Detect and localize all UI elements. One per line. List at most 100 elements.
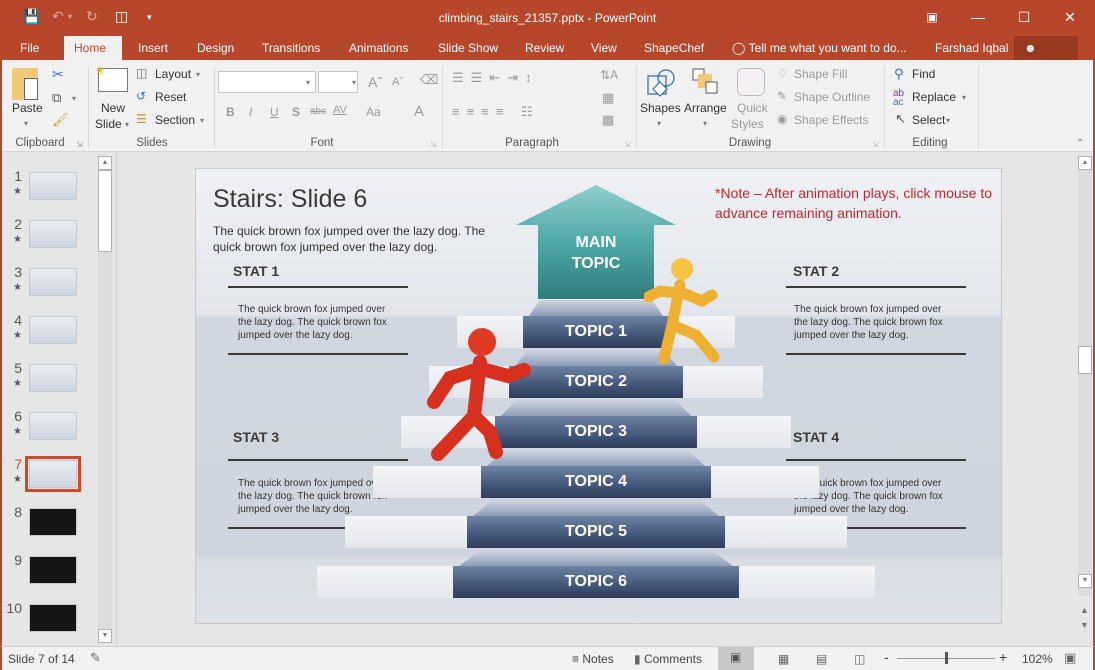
- main-topic-label[interactable]: MAIN TOPIC: [538, 232, 654, 274]
- share-button[interactable]: ☻ Share: [1014, 36, 1078, 79]
- ribbon-display-options-icon[interactable]: ▣: [917, 6, 947, 28]
- animation-note[interactable]: *Note – After animation plays, click mou…: [715, 183, 995, 223]
- shapes-icon[interactable]: [646, 68, 676, 98]
- topic-step-5[interactable]: TOPIC 5: [467, 516, 725, 548]
- slide-thumbnail-2[interactable]: [29, 220, 77, 248]
- font-color-button[interactable]: A: [414, 103, 424, 120]
- decrease-font-icon[interactable]: Aˇ: [392, 76, 403, 88]
- tab-design[interactable]: Design: [187, 36, 244, 60]
- user-name[interactable]: Farshad Iqbal: [925, 36, 1018, 60]
- quick-styles-button[interactable]: Quick: [737, 101, 768, 115]
- align-buttons[interactable]: ≡≡≡≡ ☷: [452, 104, 540, 120]
- reading-view-icon[interactable]: ▤: [816, 652, 827, 666]
- paste-icon[interactable]: [12, 68, 38, 100]
- shape-fill-button[interactable]: Shape Fill: [794, 67, 847, 81]
- stat-2-title[interactable]: STAT 2: [793, 263, 839, 279]
- slide-thumbnail-5[interactable]: [29, 364, 77, 392]
- zoom-slider-thumb[interactable]: [945, 652, 949, 664]
- bold-button[interactable]: B: [226, 105, 235, 119]
- find-button[interactable]: Find: [912, 67, 935, 81]
- stat-1-title[interactable]: STAT 1: [233, 263, 279, 279]
- strikethrough-button[interactable]: abc: [310, 106, 326, 117]
- normal-view-button[interactable]: ▣: [718, 647, 754, 670]
- replace-button[interactable]: Replace: [912, 90, 956, 104]
- slide-thumbnail-1[interactable]: [29, 172, 77, 200]
- slide-scrollbar[interactable]: ▲ ▼: [1078, 156, 1092, 596]
- collapse-ribbon-icon[interactable]: ⌃: [1076, 138, 1084, 149]
- fit-to-window-icon[interactable]: ▣: [1064, 650, 1076, 666]
- smartart-icon[interactable]: ▩: [602, 112, 614, 128]
- tell-me-box[interactable]: ◯ Tell me what you want to do...: [722, 36, 917, 60]
- slide-scroll-thumb[interactable]: [1078, 346, 1092, 374]
- new-slide-icon[interactable]: ✳: [95, 64, 128, 92]
- arrange-button[interactable]: Arrange: [684, 101, 727, 115]
- italic-button[interactable]: I: [249, 105, 252, 119]
- tab-file[interactable]: File: [10, 36, 49, 60]
- underline-button[interactable]: U: [270, 105, 279, 119]
- select-dropdown-icon[interactable]: ▾: [946, 116, 950, 125]
- slideshow-view-icon[interactable]: ◫: [854, 652, 865, 666]
- zoom-level[interactable]: 102%: [1022, 652, 1053, 666]
- topic-step-2[interactable]: TOPIC 2: [509, 366, 683, 398]
- arrange-icon[interactable]: [692, 68, 722, 98]
- shape-outline-button[interactable]: Shape Outline: [794, 90, 870, 104]
- quick-styles-label-2[interactable]: Styles: [731, 117, 764, 131]
- slide-scroll-down-button[interactable]: ▼: [1078, 574, 1092, 588]
- slide-scroll-up-button[interactable]: ▲: [1078, 156, 1092, 170]
- font-size-dropdown-icon[interactable]: ▾: [352, 78, 356, 87]
- text-direction-icon[interactable]: ⇅A: [600, 68, 618, 82]
- cut-icon[interactable]: ✂: [52, 66, 64, 83]
- slide-thumbnail-8[interactable]: [29, 508, 77, 536]
- scroll-down-button[interactable]: ▼: [98, 629, 112, 643]
- scroll-thumb[interactable]: [98, 170, 112, 252]
- slide-thumbnail-9[interactable]: [29, 556, 77, 584]
- shapes-dropdown-icon[interactable]: ▾: [657, 119, 661, 128]
- scroll-up-button[interactable]: ▲: [98, 156, 112, 170]
- pane-divider[interactable]: [116, 152, 117, 646]
- slide-thumbnail-3[interactable]: [29, 268, 77, 296]
- stat-3-title[interactable]: STAT 3: [233, 429, 279, 445]
- slide-sorter-view-icon[interactable]: ▦: [778, 652, 789, 666]
- tab-animations[interactable]: Animations: [339, 36, 418, 60]
- slide-thumbnail-10[interactable]: [29, 604, 77, 632]
- tab-slide-show[interactable]: Slide Show: [428, 36, 508, 60]
- new-slide-dropdown-icon[interactable]: ▾: [125, 120, 129, 129]
- zoom-in-button[interactable]: +: [999, 649, 1007, 665]
- paste-button[interactable]: Paste: [12, 101, 43, 115]
- tab-home[interactable]: Home: [64, 36, 122, 60]
- drawing-launcher-icon[interactable]: ⇲: [872, 140, 879, 149]
- stat-1-body[interactable]: The quick brown fox jumped over the lazy…: [238, 303, 398, 342]
- tab-review[interactable]: Review: [515, 36, 574, 60]
- previous-slide-icon[interactable]: ▲: [1080, 605, 1089, 615]
- spell-check-icon[interactable]: ✎: [90, 650, 101, 666]
- section-button[interactable]: Section: [155, 113, 195, 127]
- tab-insert[interactable]: Insert: [128, 36, 178, 60]
- maximize-button[interactable]: ☐: [1009, 6, 1039, 28]
- comments-button[interactable]: ▮ Comments: [634, 652, 702, 666]
- font-name-dropdown-icon[interactable]: ▾: [306, 78, 310, 87]
- copy-icon[interactable]: ⧉: [52, 90, 61, 106]
- align-text-icon[interactable]: ▦: [602, 90, 614, 106]
- slide-title[interactable]: Stairs: Slide 6: [213, 185, 367, 214]
- clipboard-launcher-icon[interactable]: ⇲: [76, 140, 83, 149]
- change-case-button[interactable]: Aa: [366, 105, 381, 119]
- slide-canvas[interactable]: Stairs: Slide 6 The quick brown fox jump…: [195, 168, 1002, 624]
- layout-button[interactable]: Layout: [155, 67, 191, 81]
- slide-thumbnail-4[interactable]: [29, 316, 77, 344]
- character-spacing-button[interactable]: AV: [333, 104, 347, 116]
- reset-button[interactable]: Reset: [155, 90, 186, 104]
- quick-styles-icon[interactable]: [737, 68, 765, 96]
- minimize-button[interactable]: —: [963, 6, 993, 28]
- next-slide-icon[interactable]: ▼: [1080, 620, 1089, 630]
- paragraph-launcher-icon[interactable]: ⇲: [624, 140, 631, 149]
- arrange-dropdown-icon[interactable]: ▾: [703, 119, 707, 128]
- new-slide-button[interactable]: New: [101, 101, 125, 115]
- topic-step-6[interactable]: TOPIC 6: [453, 566, 739, 598]
- slide-subtitle[interactable]: The quick brown fox jumped over the lazy…: [213, 223, 513, 255]
- font-launcher-icon[interactable]: ⇲: [430, 140, 437, 149]
- close-button[interactable]: ✕: [1055, 6, 1085, 28]
- slide-thumbnail-6[interactable]: [29, 412, 77, 440]
- replace-dropdown-icon[interactable]: ▾: [962, 93, 966, 102]
- thumbnail-scrollbar[interactable]: ▲ ▼: [98, 156, 112, 643]
- select-button[interactable]: Select: [912, 113, 945, 127]
